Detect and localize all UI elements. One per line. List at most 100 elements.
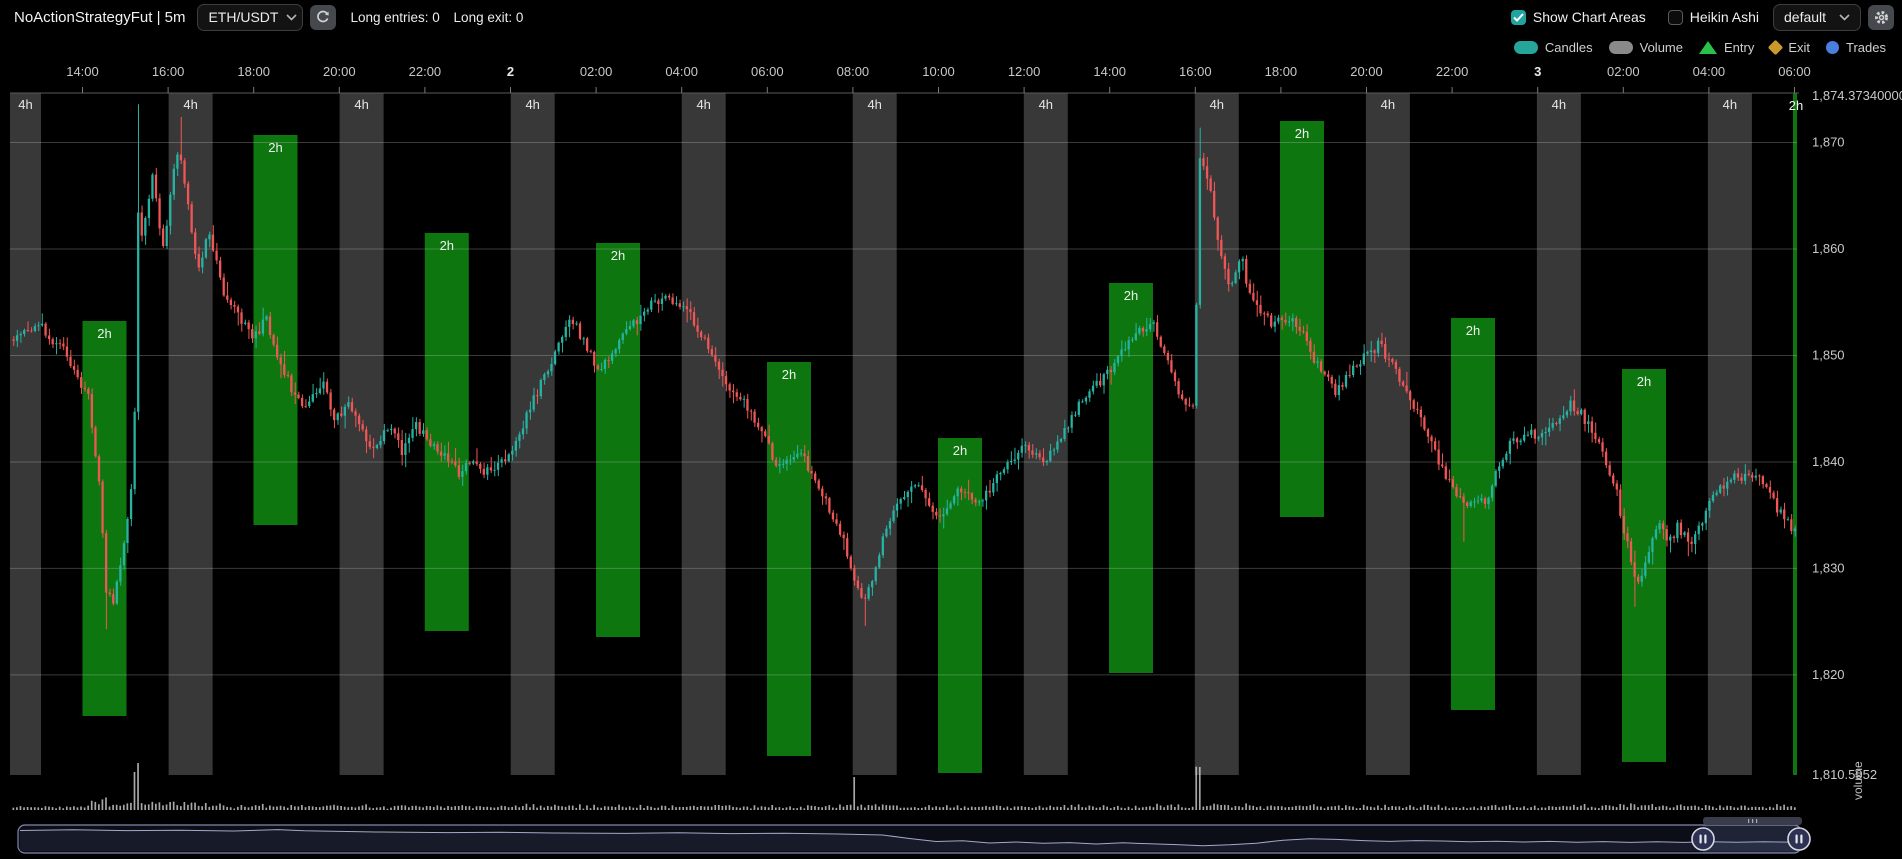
show-chart-areas-checkbox[interactable] xyxy=(1511,10,1526,25)
legend-item-exit[interactable]: Exit xyxy=(1770,40,1810,55)
legend-label: Exit xyxy=(1788,40,1810,55)
area-4h-label: 4h xyxy=(183,97,197,112)
area-2h xyxy=(1109,283,1153,673)
chevron-down-icon xyxy=(286,14,297,21)
area-4h-label: 4h xyxy=(867,97,881,112)
heikin-ashi-checkbox[interactable] xyxy=(1668,10,1683,25)
time-tick-label: 14:00 xyxy=(66,64,99,79)
refresh-button[interactable] xyxy=(310,5,336,30)
top-toolbar: NoActionStrategyFut | 5m ETH/USDT Long e… xyxy=(0,0,1902,34)
area-4h-label: 4h xyxy=(354,97,368,112)
price-tick-label: 1,874.373400000 xyxy=(1812,88,1902,103)
grip-dots-icon xyxy=(1748,819,1749,823)
time-tick-label: 06:00 xyxy=(751,64,784,79)
area-4h xyxy=(853,93,897,775)
time-tick-label: 16:00 xyxy=(152,64,185,79)
settings-button[interactable] xyxy=(1868,5,1894,30)
volume-bars xyxy=(13,763,1796,810)
plot-config-value: default xyxy=(1784,9,1826,25)
legend-item-entry[interactable]: Entry xyxy=(1699,40,1754,55)
show-chart-areas-label: Show Chart Areas xyxy=(1533,9,1646,25)
legend-item-volume[interactable]: Volume xyxy=(1609,40,1683,55)
handle-pause-icon xyxy=(1796,835,1798,844)
time-tick-label: 04:00 xyxy=(1693,64,1726,79)
legend-label: Candles xyxy=(1545,40,1593,55)
price-tick-label: 1,810.5952 xyxy=(1812,767,1877,782)
time-axis: 14:00 16:00 18:00 20:00 22:00 2 02:00 04:00 06:0… xyxy=(10,64,1811,93)
page-title: NoActionStrategyFut | 5m xyxy=(14,9,185,26)
volume-layer xyxy=(13,763,1796,810)
time-tick-label: 02:00 xyxy=(1607,64,1640,79)
trade-stats: Long entries: 0 Long exit: 0 xyxy=(350,10,533,25)
price-tick-label: 1,830 xyxy=(1812,560,1845,575)
long-exit-count: Long exit: 0 xyxy=(454,10,524,25)
area-4h-label: 4h xyxy=(525,97,539,112)
navigator-selection[interactable] xyxy=(1703,825,1799,853)
refresh-icon xyxy=(316,10,330,24)
handle-pause-icon xyxy=(1704,835,1706,844)
area-2h-label: 2h xyxy=(1789,98,1803,113)
legend-item-candles[interactable]: Candles xyxy=(1514,40,1593,55)
navigator-left-handle[interactable] xyxy=(1692,828,1714,850)
heikin-ashi-label: Heikin Ashi xyxy=(1690,9,1759,25)
volume-swatch-icon xyxy=(1609,41,1633,54)
area-4h-label: 4h xyxy=(1552,97,1566,112)
legend-label: Volume xyxy=(1640,40,1683,55)
time-tick-label: 22:00 xyxy=(1436,64,1469,79)
time-tick-label: 3 xyxy=(1534,64,1541,79)
candlestick-chart[interactable]: 4h4h4h4h4h4h4h4h4h4h4h2h2h2h2h2h2h2h2h2h… xyxy=(0,0,1902,859)
legend-item-trades[interactable]: Trades xyxy=(1826,40,1886,55)
handle-pause-icon xyxy=(1700,835,1702,844)
pair-select[interactable]: ETH/USDT xyxy=(197,4,303,31)
price-axis: 1,874.3734000001,8701,8601,8501,8401,830… xyxy=(1812,88,1902,800)
legend-label: Trades xyxy=(1846,40,1886,55)
price-tick-label: 1,870 xyxy=(1812,135,1845,150)
area-4h xyxy=(682,93,726,775)
time-tick-label: 20:00 xyxy=(323,64,356,79)
area-4h-label: 4h xyxy=(1210,97,1224,112)
data-zoom-navigator[interactable] xyxy=(18,817,1810,853)
plot-config-select[interactable]: default xyxy=(1773,4,1861,31)
navigator-right-handle[interactable] xyxy=(1788,828,1810,850)
area-2h-label: 2h xyxy=(1295,126,1309,141)
area-2h xyxy=(767,362,811,756)
grip-dots-icon xyxy=(1756,819,1757,823)
area-2h xyxy=(938,438,982,773)
trades-circle-icon xyxy=(1826,41,1839,54)
area-2h-label: 2h xyxy=(440,238,454,253)
area-2h xyxy=(1451,318,1495,710)
area-4h-label: 4h xyxy=(1039,97,1053,112)
time-tick-label: 16:00 xyxy=(1179,64,1212,79)
strategy-chart-app: NoActionStrategyFut | 5m ETH/USDT Long e… xyxy=(0,0,1902,859)
pair-select-value: ETH/USDT xyxy=(208,9,278,25)
time-tick-label: 08:00 xyxy=(837,64,870,79)
price-tick-label: 1,850 xyxy=(1812,347,1845,362)
time-tick-label: 02:00 xyxy=(580,64,613,79)
area-2h-label: 2h xyxy=(1637,374,1651,389)
area-2h xyxy=(425,233,469,631)
area-2h-label: 2h xyxy=(611,248,625,263)
entry-triangle-icon xyxy=(1699,41,1717,54)
area-4h xyxy=(1366,93,1410,775)
area-4h xyxy=(1024,93,1068,775)
area-2h xyxy=(83,321,127,716)
area-4h-label: 4h xyxy=(18,97,32,112)
area-2h xyxy=(596,243,640,637)
chevron-down-icon xyxy=(1839,14,1850,21)
time-tick-label: 06:00 xyxy=(1778,64,1811,79)
grip-dots-icon xyxy=(1752,819,1753,823)
area-4h xyxy=(10,93,41,775)
time-tick-label: 18:00 xyxy=(1265,64,1298,79)
time-tick-label: 10:00 xyxy=(922,64,955,79)
area-4h xyxy=(1708,93,1752,775)
volume-axis-label: volume xyxy=(1851,761,1865,800)
price-tick-label: 1,840 xyxy=(1812,454,1845,469)
area-4h-label: 4h xyxy=(1381,97,1395,112)
time-tick-label: 14:00 xyxy=(1093,64,1126,79)
area-2h-label: 2h xyxy=(1124,288,1138,303)
time-tick-label: 2 xyxy=(507,64,514,79)
area-4h-label: 4h xyxy=(1723,97,1737,112)
chart-legend: Candles Volume Entry Exit Trades xyxy=(1498,36,1886,58)
area-2h-label: 2h xyxy=(1466,323,1480,338)
area-4h-label: 4h xyxy=(696,97,710,112)
